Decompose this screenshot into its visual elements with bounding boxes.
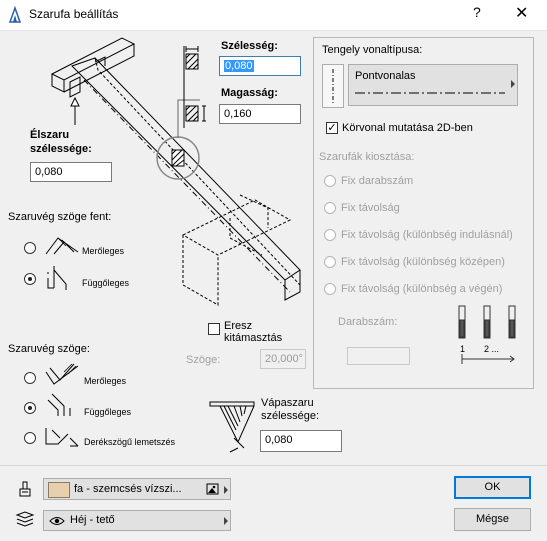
layer-arrow-icon <box>224 517 228 525</box>
app-icon <box>8 5 22 23</box>
eresz-label: Eresz <box>224 320 253 332</box>
end-perpendicular-icon <box>45 363 79 385</box>
veg-fuggoleges-radio[interactable] <box>24 402 36 414</box>
darabszam-field[interactable] <box>347 347 410 365</box>
end-vertical-icon <box>47 393 71 416</box>
kiosztas-radio-5[interactable] <box>324 283 336 295</box>
linetype-preview-box <box>322 64 344 108</box>
linetype-combo[interactable]: Pontvonalas <box>348 64 518 106</box>
veg-option-3: Derékszögű lemetszés <box>84 437 176 447</box>
eresz-label-2: kitámasztás <box>224 332 283 344</box>
kiosztas-radio-2[interactable] <box>324 202 336 214</box>
kiosztas-option-2: Fix távolság <box>341 202 400 214</box>
material-combo[interactable]: fa - szemcsés vízszi... <box>43 478 231 500</box>
eresz-checkbox[interactable] <box>208 323 220 335</box>
szaruveg-label: Szaruvég szöge: <box>8 343 90 355</box>
fent-fuggoleges-radio[interactable] <box>24 273 36 285</box>
window-title: Szarufa beállítás <box>29 7 119 21</box>
distribution-icon <box>458 305 516 364</box>
paintbrush-icon <box>19 481 31 497</box>
kiosztas-option-5: Fix távolság (különbség a végén) <box>341 283 503 295</box>
material-name: fa - szemcsés vízszi... <box>74 483 182 495</box>
veg-option-2: Függőleges <box>84 407 132 417</box>
korvonal-label: Körvonal mutatása 2D-ben <box>342 122 473 134</box>
dist-label-1: 1 <box>460 344 466 354</box>
layer-combo[interactable]: Héj - tető <box>43 510 231 531</box>
material-image-icon <box>206 483 219 495</box>
elszaru-label-2: szélessége: <box>30 143 92 155</box>
veg-derekszogu-radio[interactable] <box>24 432 36 444</box>
elszaru-label: Élszaru <box>30 129 70 141</box>
kiosztas-label: Szarufák kiosztása: <box>319 151 415 163</box>
cancel-button[interactable]: Mégse <box>454 508 531 531</box>
vapaszaru-field[interactable]: 0,080 <box>260 430 342 452</box>
fent-option-2: Függőleges <box>82 278 130 288</box>
szaruveg-fent-label: Szaruvég szöge fent: <box>8 211 112 223</box>
vertical-end-icon <box>47 266 67 290</box>
linetype-sample <box>355 92 505 94</box>
ok-button[interactable]: OK <box>454 476 531 499</box>
perpendicular-end-icon <box>45 237 79 255</box>
veg-option-1: Merőleges <box>84 376 127 386</box>
help-button[interactable]: ? <box>473 4 481 20</box>
szoge-label: Szöge: <box>186 354 221 366</box>
eye-icon <box>49 517 65 525</box>
dimension-icons <box>183 46 206 128</box>
fent-merolegs-radio[interactable] <box>24 242 36 254</box>
vapaszaru-label-2: szélessége: <box>261 410 320 422</box>
kiosztas-radio-1[interactable] <box>324 175 336 187</box>
kiosztas-radio-3[interactable] <box>324 229 336 241</box>
title-bar: Szarufa beállítás ? ✕ <box>0 0 547 31</box>
magassag-field[interactable]: 0,160 <box>219 104 301 124</box>
szoge-field[interactable]: 20,000° <box>260 349 306 369</box>
darabszam-label: Darabszám: <box>338 316 398 328</box>
tengely-label: Tengely vonaltípusa: <box>322 44 423 56</box>
vapaszaru-label: Vápaszaru <box>261 397 314 409</box>
close-button[interactable]: ✕ <box>515 3 528 23</box>
material-arrow-icon <box>224 486 228 494</box>
korvonal-checkbox[interactable]: ✓ <box>326 122 338 134</box>
kiosztas-option-4: Fix távolság (különbség középen) <box>341 256 505 268</box>
material-swatch <box>48 482 70 498</box>
szelesseg-field[interactable]: 0,080 <box>219 56 301 76</box>
fent-option-1: Merőleges <box>82 246 125 256</box>
kiosztas-radio-4[interactable] <box>324 256 336 268</box>
separator <box>0 465 547 466</box>
kiosztas-option-1: Fix darabszám <box>341 175 414 187</box>
dist-label-2: 2 ... <box>484 344 500 354</box>
szelesseg-label: Szélesség: <box>221 40 278 52</box>
magassag-label: Magasság: <box>221 87 278 99</box>
veg-merolegs-radio[interactable] <box>24 372 36 384</box>
layer-name: Héj - tető <box>70 514 115 526</box>
linetype-name: Pontvonalas <box>355 70 416 82</box>
kiosztas-option-3: Fix távolság (különbség indulásnál) <box>341 229 513 241</box>
elszaru-field[interactable]: 0,080 <box>30 162 112 182</box>
end-square-cut-icon <box>45 428 79 447</box>
combo-arrow-icon <box>511 80 515 88</box>
layers-icon <box>15 511 35 527</box>
valley-rafter-icon <box>209 401 255 453</box>
